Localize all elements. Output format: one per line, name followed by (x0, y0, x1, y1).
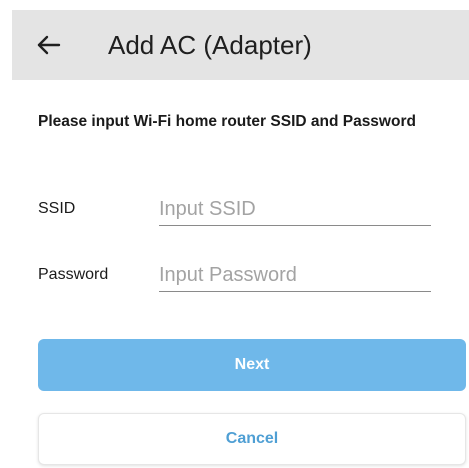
page-title: Add AC (Adapter) (108, 30, 312, 60)
back-button[interactable] (36, 32, 62, 58)
next-button[interactable]: Next (38, 339, 466, 391)
cancel-button[interactable]: Cancel (38, 413, 466, 465)
cancel-button-label: Cancel (225, 430, 279, 447)
next-button-label: Next (234, 356, 270, 373)
ssid-input[interactable] (159, 194, 431, 226)
password-input[interactable] (159, 260, 431, 292)
arrow-left-icon (37, 35, 61, 55)
password-label: Password (38, 266, 109, 283)
ssid-label: SSID (38, 200, 76, 217)
app-bar: Add AC (Adapter) (12, 10, 469, 80)
instructions-text: Please input Wi-Fi home router SSID and … (38, 113, 416, 130)
